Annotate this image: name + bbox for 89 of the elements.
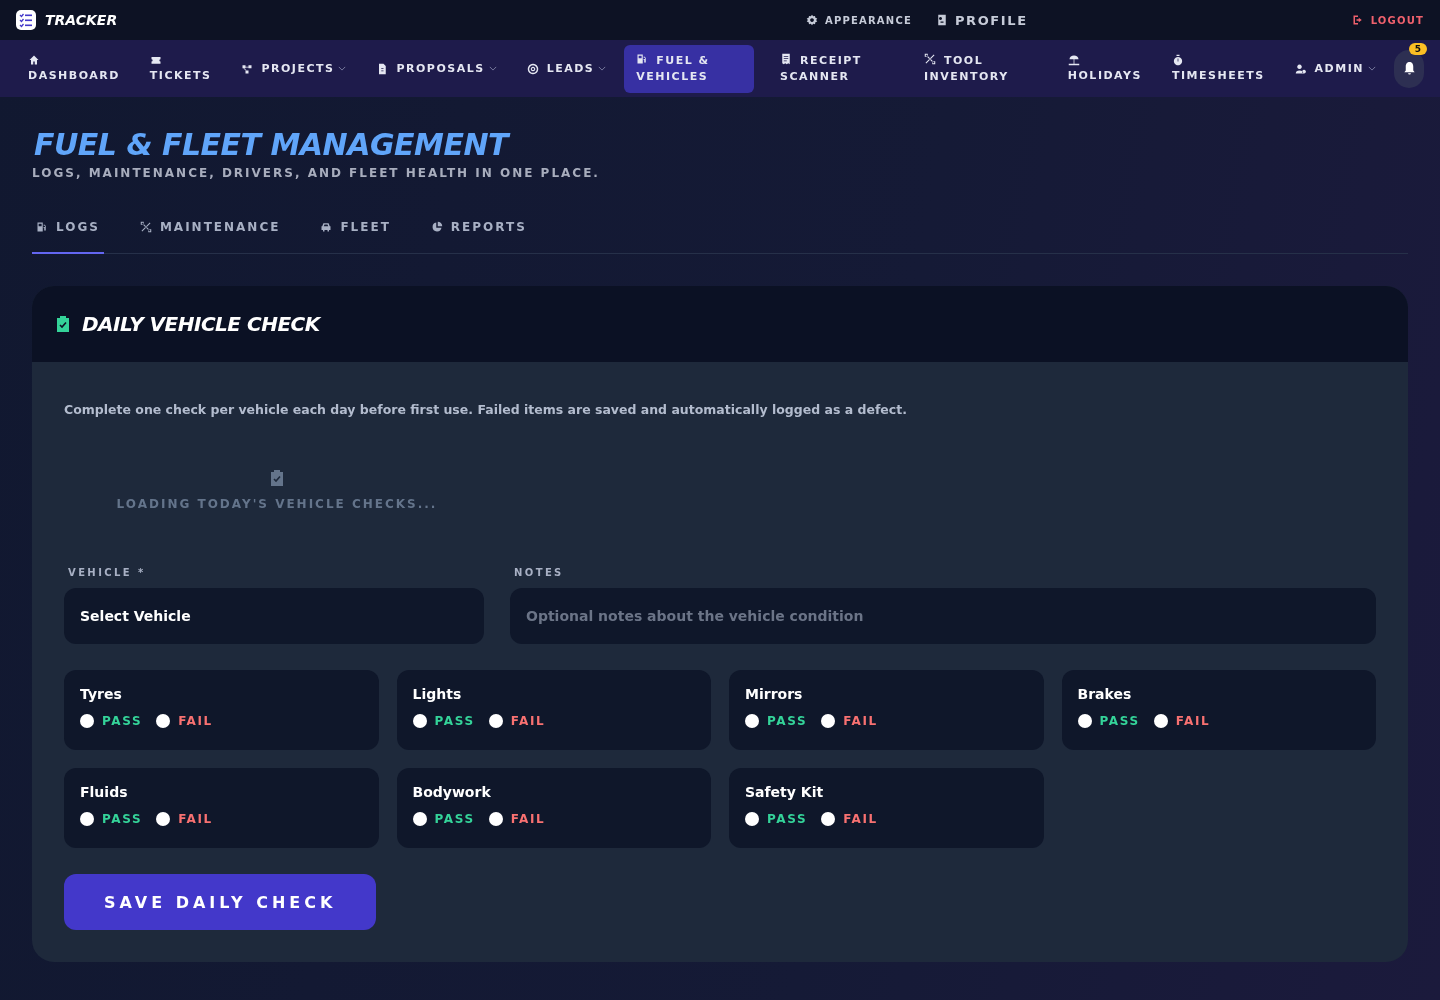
- field-label: VEHICLE *: [68, 567, 147, 578]
- clipboard-check-icon: [270, 469, 284, 487]
- notes-field[interactable]: Optional notes about the vehicle condition: [510, 588, 1376, 644]
- radio-button[interactable]: [1077, 714, 1092, 728]
- document-icon: [376, 62, 389, 75]
- page-title: FUEL & FLEET MANAGEMENT: [34, 127, 1408, 162]
- option-label: PASS: [434, 812, 475, 826]
- nav-item[interactable]: FUEL & VEHICLES: [624, 44, 755, 93]
- nav-item[interactable]: RECEIPT SCANNER: [768, 46, 898, 91]
- radio-button[interactable]: [745, 714, 759, 728]
- check-name: Brakes: [1077, 686, 1133, 702]
- stopwatch-icon: [1171, 53, 1184, 66]
- network-icon: [241, 62, 254, 75]
- nav-item[interactable]: ADMIN: [1282, 54, 1388, 83]
- nav-item[interactable]: TOOL INVENTORY: [911, 46, 1042, 91]
- check-name: Mirrors: [745, 686, 804, 702]
- option-label: FAIL: [510, 812, 546, 826]
- umbrella-icon: [1067, 53, 1080, 66]
- intro-text: Complete one check per vehicle each day before first use. Failed items are saved and automatically logged as a defect.: [64, 402, 908, 417]
- check-name: Tyres: [80, 686, 123, 702]
- loading-text: LOADING TODAY'S VEHICLE CHECKS...: [116, 497, 438, 511]
- gear-icon: [806, 14, 818, 26]
- radio-button[interactable]: [821, 714, 836, 728]
- option-label: FAIL: [843, 812, 878, 826]
- option-label: PASS: [767, 714, 808, 728]
- option-label: FAIL: [178, 714, 213, 728]
- tab[interactable]: REPORTS: [426, 220, 531, 254]
- target-icon: [526, 62, 539, 75]
- radio-button[interactable]: [80, 812, 94, 826]
- option-label: PASS: [102, 714, 143, 728]
- nav-item[interactable]: DASHBOARD: [16, 47, 132, 90]
- radio-button[interactable]: [488, 812, 503, 826]
- nav-item[interactable]: PROPOSALS: [364, 54, 509, 83]
- car-icon: [320, 221, 333, 233]
- option-label: PASS: [767, 812, 808, 826]
- tab[interactable]: FLEET: [316, 220, 395, 254]
- page-subtitle: LOGS, MAINTENANCE, DRIVERS, AND FLEET HEALTH IN ONE PLACE.: [32, 166, 601, 180]
- id-card-icon: [935, 14, 948, 26]
- field-label: NOTES: [514, 567, 565, 578]
- radio-button[interactable]: [1153, 714, 1168, 728]
- radio-button[interactable]: [412, 714, 427, 728]
- radio-button[interactable]: [488, 714, 503, 728]
- check-name: Safety Kit: [745, 784, 825, 800]
- caret-icon: [488, 66, 497, 71]
- home-icon: [28, 53, 40, 66]
- nav-item[interactable]: HOLIDAYS: [1055, 47, 1154, 90]
- receipt-icon: [780, 52, 793, 65]
- check-name: Bodywork: [412, 784, 492, 800]
- logo-icon: [16, 10, 36, 30]
- top-link[interactable]: PROFILE: [935, 12, 1028, 28]
- option-label: PASS: [102, 812, 143, 826]
- nav-item[interactable]: TICKETS: [137, 47, 224, 90]
- vehicle-select[interactable]: Select Vehicle: [64, 588, 484, 644]
- fuel-pump-icon: [636, 52, 649, 65]
- card-title: DAILY VEHICLE CHECK: [82, 312, 320, 336]
- top-link[interactable]: LOGOUT: [1351, 14, 1424, 26]
- tab[interactable]: LOGS: [32, 220, 104, 254]
- tools-icon: [139, 221, 152, 233]
- radio-button[interactable]: [156, 714, 171, 728]
- nav-item[interactable]: TIMESHEETS: [1159, 47, 1277, 90]
- nav-item[interactable]: LEADS: [514, 54, 619, 83]
- radio-button[interactable]: [412, 812, 427, 826]
- tab[interactable]: MAINTENANCE: [135, 220, 285, 254]
- radio-button[interactable]: [156, 812, 171, 826]
- notification-count: 5: [1408, 42, 1427, 55]
- option-label: PASS: [434, 714, 475, 728]
- top-link[interactable]: APPEARANCE: [806, 14, 912, 26]
- fuel-pump-icon: [36, 221, 48, 233]
- check-name: Lights: [412, 686, 463, 702]
- option-label: FAIL: [1175, 714, 1211, 728]
- check-name: Fluids: [80, 784, 129, 800]
- option-label: PASS: [1099, 714, 1140, 728]
- option-label: FAIL: [178, 812, 213, 826]
- brand-name: TRACKER: [45, 12, 118, 28]
- clipboard-check-icon: [56, 315, 70, 333]
- tools-icon: [923, 52, 936, 65]
- user-icon: [1294, 62, 1307, 75]
- radio-button[interactable]: [821, 812, 836, 826]
- radio-button[interactable]: [80, 714, 94, 728]
- logout-icon: [1351, 14, 1364, 26]
- pie-chart-icon: [430, 221, 443, 233]
- option-label: FAIL: [843, 714, 878, 728]
- save-button[interactable]: SAVE DAILY CHECK: [64, 874, 377, 930]
- nav-item[interactable]: PROJECTS: [229, 54, 359, 83]
- caret-icon: [338, 66, 347, 71]
- radio-button[interactable]: [745, 812, 759, 826]
- caret-icon: [598, 66, 607, 71]
- caret-icon: [1368, 66, 1376, 71]
- option-label: FAIL: [510, 714, 546, 728]
